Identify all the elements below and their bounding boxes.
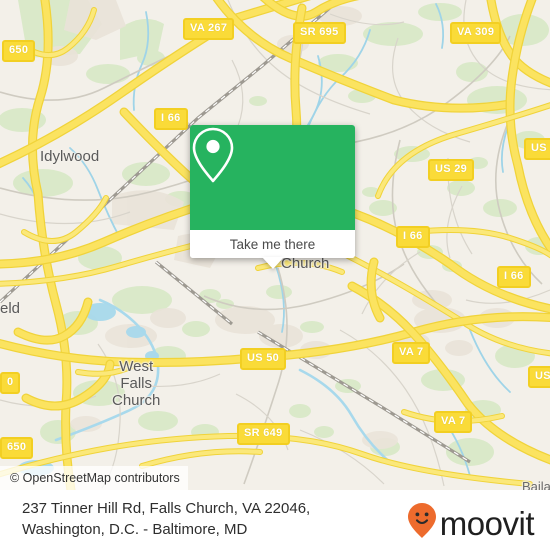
highway-shield: I 66 bbox=[154, 108, 188, 130]
highway-shield: 650 bbox=[2, 40, 36, 62]
highway-shield: SR 649 bbox=[237, 423, 290, 445]
moovit-smiley-pin-icon bbox=[407, 502, 437, 545]
highway-shield: US 29 bbox=[428, 159, 475, 181]
moovit-wordmark: moovit bbox=[439, 505, 535, 542]
take-me-there-button[interactable]: Take me there bbox=[190, 230, 355, 258]
highway-shield: US 50 bbox=[240, 348, 287, 370]
highway-shield: VA 7 bbox=[392, 342, 431, 364]
highway-shield: I 66 bbox=[396, 226, 430, 248]
footer-bar: 237 Tinner Hill Rd, Falls Church, VA 220… bbox=[0, 490, 550, 550]
highway-shield: VA 267 bbox=[183, 18, 235, 40]
place-label: Idylwood bbox=[40, 148, 100, 165]
highway-shield: I 66 bbox=[497, 266, 531, 288]
highway-shield: VA 309 bbox=[450, 22, 502, 44]
moovit-map-screen: .w { fill:none; stroke:#ffffff; stroke-w… bbox=[0, 0, 550, 550]
place-label: eld bbox=[0, 300, 21, 317]
place-label: Baila bbox=[522, 479, 550, 490]
address-text: 237 Tinner Hill Rd, Falls Church, VA 220… bbox=[22, 500, 311, 538]
map-canvas[interactable]: .w { fill:none; stroke:#ffffff; stroke-w… bbox=[0, 0, 550, 490]
take-me-there-label: Take me there bbox=[229, 236, 316, 252]
highway-shield: 650 bbox=[0, 437, 34, 459]
highway-shield: VA 7 bbox=[434, 411, 473, 433]
highway-shield: US bbox=[528, 366, 550, 388]
highway-shield: 0 bbox=[0, 372, 21, 394]
map-attribution[interactable]: © OpenStreetMap contributors bbox=[0, 466, 188, 490]
destination-info-card[interactable]: Take me there bbox=[190, 125, 355, 269]
highway-shield: SR 695 bbox=[293, 22, 346, 44]
card-header bbox=[190, 125, 355, 230]
highway-shield: US 2 bbox=[524, 138, 550, 160]
place-label: West Falls Church bbox=[112, 358, 161, 409]
card-pointer-tail bbox=[261, 257, 284, 269]
moovit-logo[interactable]: moovit bbox=[407, 502, 535, 545]
